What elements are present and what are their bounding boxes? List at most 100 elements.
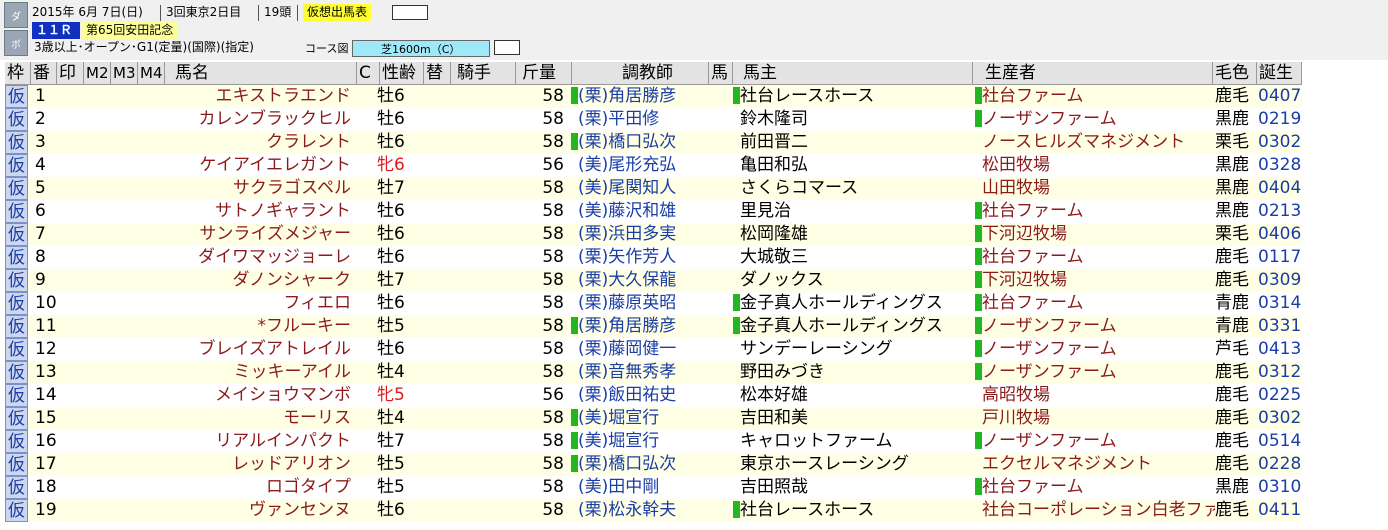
horse-name[interactable]: カレンブラックヒル [140,108,355,131]
horse-name[interactable]: ダイワマッジョーレ [140,246,355,269]
table-row[interactable]: 仮 3 クラレント 牡6 58 (栗)橋口弘次 前田晋二 ノースヒルズマネジメント 栗毛 0302 [5,131,1302,154]
owner-text: 社台レースホース [740,86,875,106]
trainer-text: (美)堀宣行 [578,408,660,428]
horse-name[interactable]: *フルーキー [140,315,355,338]
col-breeder[interactable]: 生産者 [973,62,1213,85]
owner-text: 里見治 [740,201,791,221]
owner-text: 社台レースホース [740,500,875,520]
horse-name[interactable]: ケイアイエレガント [140,154,355,177]
side-tab-2[interactable]: ボ [4,30,28,56]
horse-name[interactable]: ミッキーアイル [140,361,355,384]
horse-name[interactable]: リアルインパクト [140,430,355,453]
trainer: (栗)音無秀孝 [571,361,708,384]
table-row[interactable]: 仮 11 *フルーキー 牡5 58 (栗)角居勝彦 金子真人ホールディングス ノーザンファーム… [5,315,1302,338]
col-num[interactable]: 番 [31,62,57,85]
waku-cell[interactable]: 仮 [5,200,28,223]
col-birth[interactable]: 誕生 [1257,62,1302,85]
table-row[interactable]: 仮 15 モーリス 牡4 58 (美)堀宣行 吉田和美 戸川牧場 鹿毛 0302 [5,407,1302,430]
horse-name[interactable]: サンライズメジャー [140,223,355,246]
col-sex-age[interactable]: 性齢 [380,62,424,85]
waku-cell[interactable]: 仮 [5,430,28,453]
horse-name[interactable]: ヴァンセンヌ [140,499,355,522]
horse-name[interactable]: フィエロ [140,292,355,315]
col-waku[interactable]: 枠 [5,62,31,85]
table-row[interactable]: 仮 5 サクラゴスペル 牡7 58 (美)尾関知人 さくらコマース 山田牧場 黒鹿 0404 [5,177,1302,200]
flag-marker [571,431,578,449]
col-m4[interactable]: M4 [138,62,165,85]
col-weight[interactable]: 斤量 [516,62,572,85]
waku-cell[interactable]: 仮 [5,292,28,315]
breeder-text: 社台ファーム [982,477,1084,497]
col-jockey[interactable]: 騎手 [451,62,516,85]
side-tab-1[interactable]: ダ [4,2,28,28]
horse-name[interactable]: レッドアリオン [140,453,355,476]
table-row[interactable]: 仮 8 ダイワマッジョーレ 牡6 58 (栗)矢作芳人 大城敬三 社台ファーム 鹿毛 0117 [5,246,1302,269]
course-map-label[interactable]: コース図 [305,40,348,57]
waku-cell[interactable]: 仮 [5,269,28,292]
table-row[interactable]: 仮 19 ヴァンセンヌ 牡6 58 (栗)松永幹夫 社台レースホース 社台コーポレーション白老… [5,499,1302,522]
horse-name[interactable]: サトノギャラント [140,200,355,223]
table-row[interactable]: 仮 10 フィエロ 牡6 58 (栗)藤原英昭 金子真人ホールディングス 社台ファーム 青鹿 03… [5,292,1302,315]
table-row[interactable]: 仮 14 メイショウマンボ 牝5 56 (栗)飯田祐史 松本好雄 高昭牧場 鹿毛 0225 [5,384,1302,407]
col-mark[interactable]: 印 [57,62,84,85]
table-row[interactable]: 仮 9 ダノンシャーク 牡7 58 (栗)大久保龍 ダノックス 下河辺牧場 鹿毛 0309 [5,269,1302,292]
table-row[interactable]: 仮 4 ケイアイエレガント 牝6 56 (美)尾形充弘 亀田和弘 松田牧場 黒鹿 0328 [5,154,1302,177]
horse-name[interactable]: エキストラエンド [140,85,355,108]
col-trainer[interactable]: 調教師 [572,62,709,85]
waku-cell[interactable]: 仮 [5,384,28,407]
waku-cell[interactable]: 仮 [5,85,28,108]
col-horse-flag[interactable]: 馬 [709,62,733,85]
col-m3[interactable]: M3 [111,62,138,85]
col-horse-name[interactable]: 馬名 [165,62,357,85]
coat-color: 鹿毛 [1215,500,1249,520]
breeder-text: 高昭牧場 [982,385,1050,405]
breeder-text: 戸川牧場 [982,408,1050,428]
horse-name[interactable]: ブレイズアトレイル [140,338,355,361]
table-row[interactable]: 仮 1 エキストラエンド 牡6 58 (栗)角居勝彦 社台レースホース 社台ファーム 鹿毛 040… [5,85,1302,108]
waku-cell[interactable]: 仮 [5,223,28,246]
waku-cell[interactable]: 仮 [5,338,28,361]
carried-weight: 56 [542,155,564,175]
horse-name[interactable]: クラレント [140,131,355,154]
breeder-text: 下河辺牧場 [982,270,1067,290]
birth-date: 0314 [1258,293,1302,313]
table-row[interactable]: 仮 6 サトノギャラント 牡6 58 (美)藤沢和雄 里見治 社台ファーム 黒鹿 0213 [5,200,1302,223]
trainer: (栗)橋口弘次 [571,453,708,476]
course-extra-box[interactable] [494,40,520,55]
waku-cell[interactable]: 仮 [5,476,28,499]
table-row[interactable]: 仮 2 カレンブラックヒル 牡6 58 (栗)平田修 鈴木隆司 ノーザンファーム 黒鹿 0219 [5,108,1302,131]
waku-cell[interactable]: 仮 [5,499,28,522]
horse-name[interactable]: モーリス [140,407,355,430]
table-row[interactable]: 仮 17 レッドアリオン 牡5 58 (栗)橋口弘次 東京ホースレーシング エクセルマネジメン… [5,453,1302,476]
table-row[interactable]: 仮 18 ロゴタイプ 牡5 58 (美)田中剛 吉田照哉 社台ファーム 黒鹿 0310 [5,476,1302,499]
waku-cell[interactable]: 仮 [5,177,28,200]
horse-name[interactable]: サクラゴスペル [140,177,355,200]
table-row[interactable]: 仮 16 リアルインパクト 牡7 58 (美)堀宣行 キャロットファーム ノーザンファーム 鹿毛… [5,430,1302,453]
horse-name[interactable]: ダノンシャーク [140,269,355,292]
col-owner[interactable]: 馬主 [733,62,973,85]
waku-cell[interactable]: 仮 [5,131,28,154]
horse-name[interactable]: ロゴタイプ [140,476,355,499]
table-row[interactable]: 仮 13 ミッキーアイル 牡4 58 (栗)音無秀孝 野田みづき ノーザンファーム 鹿毛 0312 [5,361,1302,384]
col-coat[interactable]: 毛色 [1213,62,1257,85]
horse-name[interactable]: メイショウマンボ [140,384,355,407]
waku-cell[interactable]: 仮 [5,407,28,430]
owner-text: さくらコマース [740,178,859,198]
waku-cell[interactable]: 仮 [5,361,28,384]
mode-value-box[interactable] [392,5,428,20]
col-m2[interactable]: M2 [84,62,111,85]
table-row[interactable]: 仮 7 サンライズメジャー 牡6 58 (栗)浜田多実 松岡隆雄 下河辺牧場 栗毛 0406 [5,223,1302,246]
waku-cell[interactable]: 仮 [5,453,28,476]
col-c[interactable]: C [357,62,380,85]
col-change[interactable]: 替 [424,62,451,85]
carried-weight: 58 [542,362,564,382]
coat-color: 黒鹿 [1215,178,1249,198]
trainer: (栗)藤岡健一 [571,338,708,361]
waku-cell[interactable]: 仮 [5,154,28,177]
trainer: (栗)松永幹夫 [571,499,708,522]
waku-cell[interactable]: 仮 [5,108,28,131]
waku-cell[interactable]: 仮 [5,246,28,269]
owner-text: 野田みづき [740,362,825,382]
table-row[interactable]: 仮 12 ブレイズアトレイル 牡6 58 (栗)藤岡健一 サンデーレーシング ノーザンファーム… [5,338,1302,361]
waku-cell[interactable]: 仮 [5,315,28,338]
